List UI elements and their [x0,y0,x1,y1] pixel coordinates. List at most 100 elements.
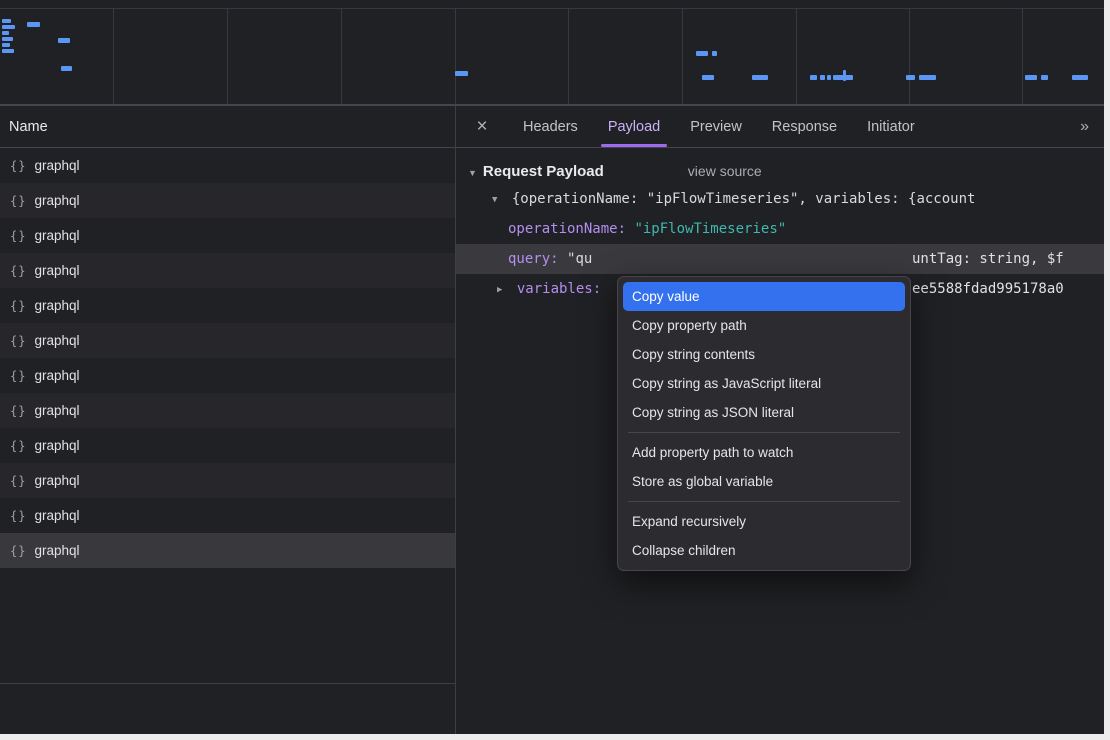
timeline-activity-bar [919,75,936,80]
menu-item-copy-string-as-javascript-literal[interactable]: Copy string as JavaScript literal [618,369,910,398]
menu-item-copy-value[interactable]: Copy value [623,282,905,311]
timeline-gridline [227,9,228,104]
json-request-icon: {} [10,439,26,453]
tab-list: HeadersPayloadPreviewResponseInitiator [508,106,930,147]
request-name-label: graphql [34,403,79,418]
menu-divider [628,501,900,502]
json-request-icon: {} [10,404,26,418]
timeline-activity-bar [2,49,14,53]
request-row[interactable]: {} graphql [0,358,455,393]
expand-variables-caret-icon[interactable]: ▶ [497,285,502,295]
timeline-activity-bar [1041,75,1048,80]
timeline-activity-bar [58,38,70,43]
menu-item-copy-string-as-json-literal[interactable]: Copy string as JSON literal [618,398,910,427]
property-key: operationName: [508,221,626,237]
payload-root-row[interactable]: ▼ {operationName: "ipFlowTimeseries", va… [456,184,1104,214]
operation-name-row[interactable]: operationName: "ipFlowTimeseries" [456,214,1104,244]
request-name-label: graphql [34,543,79,558]
menu-item-expand-recursively[interactable]: Expand recursively [618,507,910,536]
menu-item-add-property-path-to-watch[interactable]: Add property path to watch [618,438,910,467]
menu-divider [628,432,900,433]
json-request-icon: {} [10,334,26,348]
tab-headers[interactable]: Headers [508,106,593,147]
request-row[interactable]: {} graphql [0,533,455,568]
tab-preview[interactable]: Preview [675,106,757,147]
timeline-activity-bar [712,51,717,56]
timeline-activity-bar [61,66,72,71]
request-name-label: graphql [34,158,79,173]
context-menu: Copy valueCopy property pathCopy string … [617,276,911,571]
timeline-gridline [455,9,456,104]
timeline-activity-bar [2,19,11,23]
request-row[interactable]: {} graphql [0,253,455,288]
timeline-activity-bar [702,75,714,80]
request-row[interactable]: {} graphql [0,323,455,358]
timeline-activity-bar [1025,75,1037,80]
close-detail-button[interactable]: × [456,106,508,147]
request-name-label: graphql [34,228,79,243]
request-row[interactable]: {}graphql [0,428,455,463]
request-name-label: graphql [34,263,79,278]
collapse-root-caret-icon[interactable]: ▼ [492,195,497,205]
object-preview-text: {operationName: "ipFlowTimeseries", vari… [512,191,976,207]
tab-initiator[interactable]: Initiator [852,106,930,147]
menu-item-copy-string-contents[interactable]: Copy string contents [618,340,910,369]
json-request-icon: {} [10,159,26,173]
devtools-screenshot: Name {} graphql {} graphql {} graphql {} graphq… [0,0,1110,740]
timeline-activity-bar [2,37,13,41]
timeline-gridline [113,9,114,104]
request-name-label: graphql [34,193,79,208]
timeline-gridline [568,9,569,104]
property-value-continued: ee5588fdad995178a0 [912,274,1064,304]
timeline-activity-bar [2,31,9,35]
json-request-icon: {} [10,544,26,558]
section-title: Request Payload [483,163,604,180]
timeline-gridline [796,9,797,104]
view-source-link[interactable]: view source [688,163,762,179]
json-request-icon: {} [10,194,26,208]
request-name-label: graphql [34,333,79,348]
json-request-icon: {} [10,474,26,488]
timeline-activity-bar [2,43,10,47]
json-request-icon: {} [10,509,26,523]
request-row[interactable]: {}graphql [0,498,455,533]
menu-item-collapse-children[interactable]: Collapse children [618,536,910,565]
timeline-grid [0,8,1104,104]
name-column-header[interactable]: Name [0,106,455,148]
timeline-gridline [341,9,342,104]
request-name-label: graphql [34,368,79,383]
timeline-activity-bar [1072,75,1088,80]
property-value-continued: untTag: string, $f [912,244,1064,274]
request-row[interactable]: {} graphql [0,463,455,498]
json-request-icon: {} [10,264,26,278]
more-tabs-button[interactable]: » [1064,118,1104,136]
timeline-activity-bar [820,75,825,80]
timeline-activity-bar [696,51,708,56]
json-request-icon: {} [10,299,26,313]
timeline-activity-bar [2,25,15,29]
request-row[interactable]: {} graphql [0,148,455,183]
network-overview-timeline[interactable] [0,0,1104,106]
timeline-activity-bar [810,75,817,80]
tab-payload[interactable]: Payload [593,106,675,147]
property-value-start: "qu [567,251,592,267]
json-request-icon: {} [10,369,26,383]
menu-item-store-as-global-variable[interactable]: Store as global variable [618,467,910,496]
request-name-label: graphql [34,473,79,488]
request-row[interactable]: {} graphql [0,183,455,218]
table-footer-divider [0,683,455,684]
query-row[interactable]: query: "qu untTag: string, $f [456,244,1104,274]
property-key: variables: [517,281,601,297]
timeline-activity-bar [843,70,846,81]
timeline-activity-bar [752,75,768,80]
request-row[interactable]: {}graphql [0,218,455,253]
request-row[interactable]: {}graphql [0,288,455,323]
name-column-label: Name [9,119,48,135]
timeline-activity-bar [27,22,40,27]
tab-response[interactable]: Response [757,106,852,147]
request-row[interactable]: {} graphql [0,393,455,428]
network-panel: Name {} graphql {} graphql {} graphql {} graphq… [0,106,1104,734]
timeline-activity-bar [906,75,915,80]
menu-item-copy-property-path[interactable]: Copy property path [618,311,910,340]
collapse-section-caret-icon[interactable]: ▼ [468,168,477,178]
